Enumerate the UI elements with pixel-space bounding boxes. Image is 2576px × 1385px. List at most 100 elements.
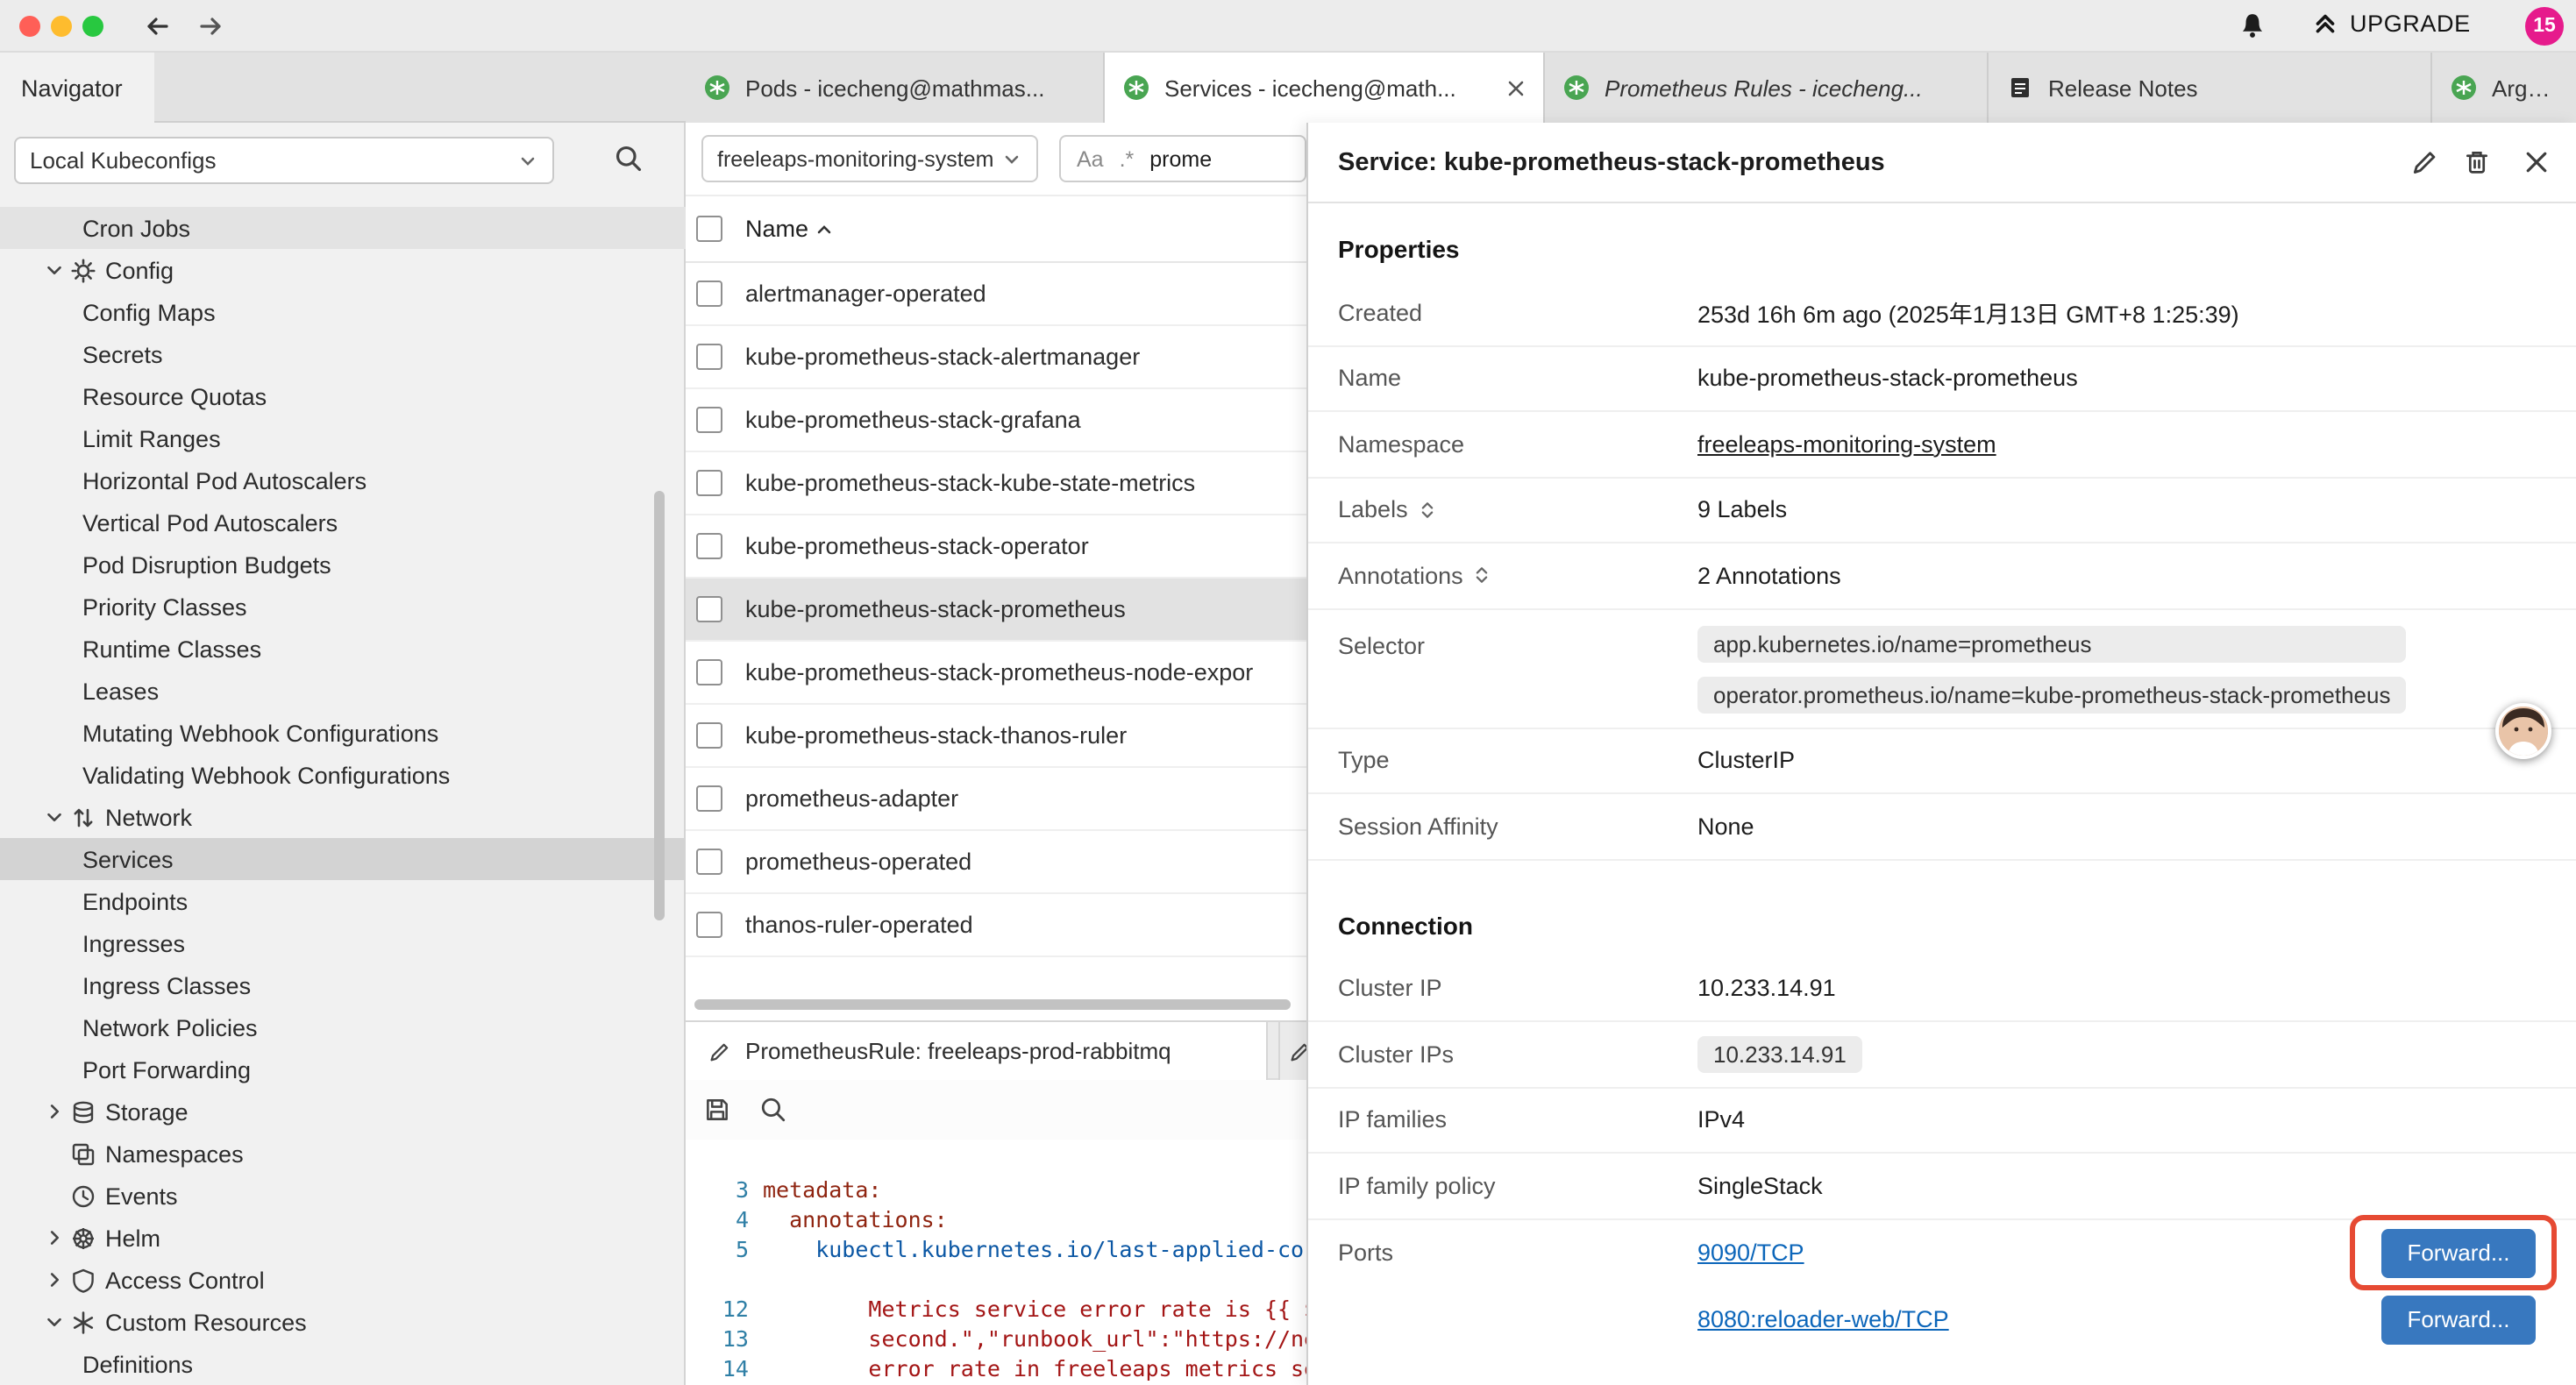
table-row[interactable]: prometheus-adapter	[686, 768, 1306, 831]
table-row-selected[interactable]: kube-prometheus-stack-prometheus	[686, 579, 1306, 642]
table-row[interactable]: alertmanager-operated	[686, 263, 1306, 326]
sidebar-item-events[interactable]: Events	[0, 1175, 686, 1217]
close-icon[interactable]	[2522, 147, 2551, 177]
edit-icon[interactable]	[2409, 147, 2439, 177]
dock-tab-prometheusrule[interactable]: PrometheusRule: freeleaps-prod-rabbitmq	[686, 1022, 1268, 1080]
row-checkbox[interactable]	[696, 533, 722, 559]
close-icon[interactable]	[1506, 78, 1526, 97]
sidebar-search-icon[interactable]	[614, 144, 644, 174]
code-line: 12 Metrics service error rate is {{ $va	[686, 1294, 1306, 1324]
namespace-select[interactable]: freeleaps-monitoring-system	[701, 135, 1038, 182]
sidebar-item-validating-webhook-configurations[interactable]: Validating Webhook Configurations	[0, 754, 686, 796]
row-checkbox[interactable]	[696, 281, 722, 307]
table-row[interactable]: kube-prometheus-stack-prometheus-node-ex…	[686, 642, 1306, 705]
table-row[interactable]: kube-prometheus-stack-operator	[686, 515, 1306, 579]
sidebar-item-runtime-classes[interactable]: Runtime Classes	[0, 628, 686, 670]
sidebar-item-helm[interactable]: Helm	[0, 1217, 686, 1259]
row-checkbox[interactable]	[696, 849, 722, 875]
notifications-bell-icon[interactable]	[2238, 11, 2267, 40]
row-checkbox[interactable]	[696, 659, 722, 685]
sidebar-item-custom-resources[interactable]: Custom Resources	[0, 1301, 686, 1343]
navigator-panel-tab[interactable]: Navigator	[0, 53, 154, 123]
chevron-right-icon[interactable]	[42, 1268, 70, 1292]
sidebar-item-resource-quotas[interactable]: Resource Quotas	[0, 375, 686, 417]
sidebar-scrollbar[interactable]	[654, 491, 665, 920]
namespace-link[interactable]: freeleaps-monitoring-system	[1697, 431, 1996, 458]
window-close-button[interactable]	[19, 16, 40, 37]
sidebar-item-vertical-pod-autoscalers[interactable]: Vertical Pod Autoscalers	[0, 501, 686, 543]
port-link[interactable]: 9090/TCP	[1697, 1239, 1804, 1266]
row-checkbox[interactable]	[696, 596, 722, 622]
row-checkbox[interactable]	[696, 785, 722, 812]
chevron-right-icon[interactable]	[42, 1099, 70, 1124]
expand-updown-icon[interactable]	[1417, 500, 1438, 521]
sidebar-item-cron-jobs[interactable]: Cron Jobs	[0, 207, 686, 249]
forward-button[interactable]: Forward...	[2381, 1295, 2536, 1344]
notification-count-badge[interactable]: 15	[2525, 7, 2564, 46]
row-checkbox[interactable]	[696, 912, 722, 938]
upgrade-button[interactable]: UPGRADE	[2311, 9, 2471, 37]
editor-search-icon[interactable]	[759, 1096, 787, 1124]
tab-release-notes[interactable]: Release Notes	[1989, 53, 2432, 123]
window-minimize-button[interactable]	[51, 16, 72, 37]
table-search-input[interactable]: Aa .* prome	[1059, 135, 1306, 182]
tab-argo[interactable]: Argo S	[2432, 53, 2576, 123]
table-row[interactable]: thanos-ruler-operated	[686, 894, 1306, 957]
sidebar-item-horizontal-pod-autoscalers[interactable]: Horizontal Pod Autoscalers	[0, 459, 686, 501]
sidebar-item-mutating-webhook-configurations[interactable]: Mutating Webhook Configurations	[0, 712, 686, 754]
yaml-editor[interactable]: 3metadata: 4 annotations: 5 kubectl.kube…	[686, 1140, 1306, 1385]
sidebar-item-secrets[interactable]: Secrets	[0, 333, 686, 375]
horizontal-scrollbar[interactable]	[694, 999, 1291, 1010]
sidebar-item-pod-disruption-budgets[interactable]: Pod Disruption Budgets	[0, 543, 686, 586]
sidebar-item-ingress-classes[interactable]: Ingress Classes	[0, 964, 686, 1006]
sidebar-item-priority-classes[interactable]: Priority Classes	[0, 586, 686, 628]
window-zoom-button[interactable]	[82, 16, 103, 37]
sidebar-item-storage[interactable]: Storage	[0, 1090, 686, 1133]
row-checkbox[interactable]	[696, 407, 722, 433]
sidebar-item-network[interactable]: Network	[0, 796, 686, 838]
sidebar-item-config-maps[interactable]: Config Maps	[0, 291, 686, 333]
upgrade-label: UPGRADE	[2350, 10, 2471, 36]
match-case-toggle[interactable]: Aa	[1077, 146, 1104, 171]
row-checkbox[interactable]	[696, 470, 722, 496]
name-column-header[interactable]: Name	[745, 216, 833, 242]
code-line: 3metadata:	[686, 1175, 1306, 1204]
chevron-down-icon[interactable]	[42, 1310, 70, 1334]
table-row[interactable]: prometheus-operated	[686, 831, 1306, 894]
sidebar-item-access-control[interactable]: Access Control	[0, 1259, 686, 1301]
sidebar-item-namespaces[interactable]: Namespaces	[0, 1133, 686, 1175]
forward-icon[interactable]	[196, 12, 224, 40]
tab-prometheus-rules[interactable]: Prometheus Rules - icecheng...	[1545, 53, 1989, 123]
sidebar-item-endpoints[interactable]: Endpoints	[0, 880, 686, 922]
table-row[interactable]: kube-prometheus-stack-thanos-ruler	[686, 705, 1306, 768]
port-link[interactable]: 8080:reloader-web/TCP	[1697, 1306, 1949, 1332]
dock-tab-partial[interactable]	[1278, 1022, 1306, 1080]
expand-updown-icon[interactable]	[1472, 565, 1493, 586]
sidebar-item-leases[interactable]: Leases	[0, 670, 686, 712]
sidebar-item-ingresses[interactable]: Ingresses	[0, 922, 686, 964]
chevron-right-icon[interactable]	[42, 1225, 70, 1250]
select-all-checkbox[interactable]	[696, 216, 722, 242]
sidebar-item-config[interactable]: Config	[0, 249, 686, 291]
chevron-down-icon[interactable]	[42, 805, 70, 829]
tab-services[interactable]: Services - icecheng@math...	[1105, 53, 1545, 123]
sidebar-item-definitions[interactable]: Definitions	[0, 1343, 686, 1385]
sidebar-item-limit-ranges[interactable]: Limit Ranges	[0, 417, 686, 459]
save-icon[interactable]	[703, 1096, 731, 1124]
sidebar-item-port-forwarding[interactable]: Port Forwarding	[0, 1048, 686, 1090]
kubeconfig-select[interactable]: Local Kubeconfigs	[14, 137, 554, 184]
back-icon[interactable]	[144, 12, 172, 40]
sidebar-item-network-policies[interactable]: Network Policies	[0, 1006, 686, 1048]
table-row[interactable]: kube-prometheus-stack-alertmanager	[686, 326, 1306, 389]
chevron-down-icon[interactable]	[42, 258, 70, 282]
row-checkbox[interactable]	[696, 344, 722, 370]
tab-pods[interactable]: Pods - icecheng@mathmas...	[686, 53, 1105, 123]
trash-icon[interactable]	[2462, 147, 2492, 177]
user-avatar[interactable]	[2495, 703, 2551, 759]
row-checkbox[interactable]	[696, 722, 722, 749]
table-row[interactable]: kube-prometheus-stack-grafana	[686, 389, 1306, 452]
forward-button[interactable]: Forward...	[2381, 1228, 2536, 1277]
regex-toggle[interactable]: .*	[1120, 146, 1135, 171]
table-row[interactable]: kube-prometheus-stack-kube-state-metrics	[686, 452, 1306, 515]
sidebar-item-services[interactable]: Services	[0, 838, 686, 880]
